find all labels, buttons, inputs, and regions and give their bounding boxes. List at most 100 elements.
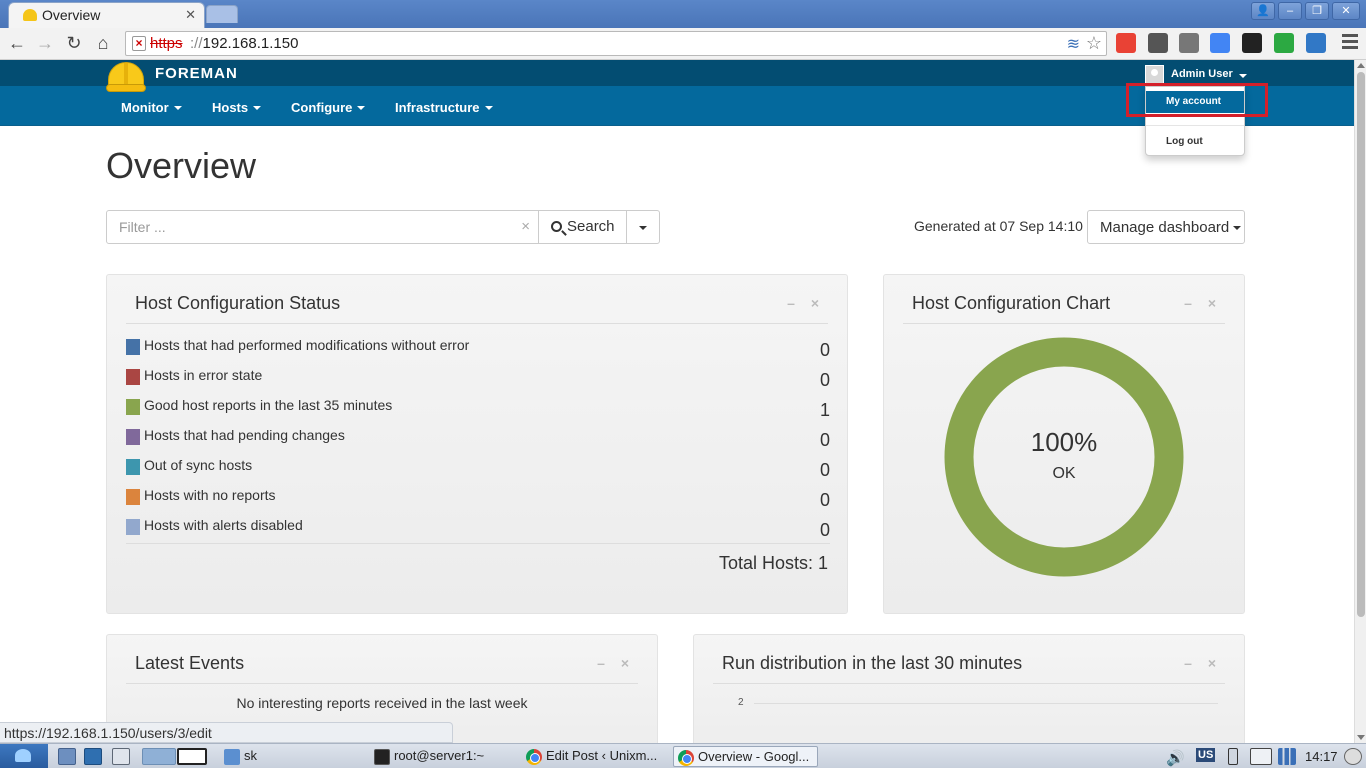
status-count: 0 bbox=[819, 370, 830, 390]
extension-icon-2[interactable] bbox=[1148, 33, 1168, 53]
chrome-icon bbox=[526, 749, 542, 765]
lines-icon[interactable]: ≋ bbox=[1067, 34, 1080, 54]
forward-arrow-icon[interactable]: → bbox=[34, 32, 56, 54]
total-hosts: Total Hosts: 1 bbox=[718, 553, 828, 573]
no-events-message: No interesting reports received in the l… bbox=[236, 695, 528, 711]
keyboard-layout[interactable]: US bbox=[1196, 748, 1216, 762]
caret-down-icon bbox=[484, 106, 493, 110]
status-row[interactable]: Hosts with alerts disabled 0 bbox=[126, 516, 830, 546]
close-window-button[interactable]: ✕ bbox=[1332, 2, 1360, 20]
brand-name[interactable]: FOREMAN bbox=[155, 65, 238, 82]
scroll-up-icon[interactable] bbox=[1357, 63, 1365, 68]
status-row[interactable]: Hosts in error state 0 bbox=[126, 366, 830, 396]
extension-icon-3[interactable] bbox=[1179, 33, 1199, 53]
user-name: Admin User bbox=[1171, 68, 1233, 80]
address-bar[interactable]: × https ://192.168.1.150 ≋ ☆ bbox=[125, 31, 1107, 56]
scroll-down-icon[interactable] bbox=[1357, 735, 1365, 740]
home-icon[interactable]: ⌂ bbox=[92, 32, 114, 54]
reload-icon[interactable]: ↻ bbox=[63, 32, 85, 54]
status-label: Hosts with alerts disabled bbox=[144, 517, 303, 533]
file-manager-icon[interactable] bbox=[58, 748, 76, 765]
bookmark-star-icon[interactable]: ☆ bbox=[1086, 33, 1102, 54]
browser-toolbar: ← → ↻ ⌂ × https ://192.168.1.150 ≋ ☆ bbox=[0, 28, 1366, 60]
status-row[interactable]: Hosts with no reports 0 bbox=[126, 486, 830, 516]
clear-filter-icon[interactable]: × bbox=[521, 218, 530, 235]
chrome-menu-icon[interactable] bbox=[1342, 34, 1358, 52]
url-host-text: 192.168.1.150 bbox=[202, 35, 299, 52]
manage-dashboard-label: Manage dashboard bbox=[1100, 219, 1230, 236]
keyboard-icon[interactable] bbox=[1250, 748, 1272, 765]
host-configuration-status-widget: Host Configuration Status – × Hosts that… bbox=[106, 274, 848, 614]
tab-overview[interactable]: Overview ✕ bbox=[8, 2, 205, 28]
back-arrow-icon[interactable]: ← bbox=[6, 32, 28, 54]
battery-icon[interactable] bbox=[1228, 748, 1238, 765]
status-count: 0 bbox=[819, 430, 830, 450]
start-menu-button[interactable] bbox=[0, 744, 48, 768]
taskbar-task-overview[interactable]: Overview - Googl... bbox=[673, 746, 818, 767]
page-scrollbar[interactable] bbox=[1354, 60, 1366, 743]
avatar bbox=[1145, 65, 1164, 84]
status-swatch bbox=[126, 489, 140, 505]
manage-dashboard-button[interactable]: Manage dashboard bbox=[1087, 210, 1245, 244]
volume-icon[interactable]: 🔊 bbox=[1166, 749, 1185, 767]
desktop-pager-2[interactable] bbox=[177, 748, 207, 765]
widget-controls[interactable]: – × bbox=[1184, 655, 1222, 671]
window-icon[interactable] bbox=[112, 748, 130, 765]
caret-down-icon bbox=[1233, 226, 1242, 230]
url-host: ://192.168.1.150 bbox=[190, 35, 298, 52]
widget-divider bbox=[126, 683, 638, 684]
extension-icon-7[interactable] bbox=[1306, 33, 1326, 53]
os-taskbar: sk root@server1:~ Edit Post ‹ Unixm... O… bbox=[0, 743, 1366, 768]
nav-configure[interactable]: Configure bbox=[291, 100, 366, 115]
nav-monitor[interactable]: Monitor bbox=[121, 100, 182, 115]
search-button[interactable]: Search bbox=[538, 210, 627, 244]
taskbar-task-edit-post[interactable]: Edit Post ‹ Unixm... bbox=[522, 746, 667, 767]
log-out-menu-item[interactable]: Log out bbox=[1166, 136, 1203, 147]
taskbar-folder-sk[interactable]: sk bbox=[220, 746, 280, 767]
caret-down-icon bbox=[253, 106, 262, 110]
y-axis-tick-label: 2 bbox=[738, 697, 744, 708]
status-row[interactable]: Hosts that had pending changes 0 bbox=[126, 426, 830, 456]
donut-label: OK bbox=[1052, 465, 1076, 482]
status-row[interactable]: Good host reports in the last 35 minutes… bbox=[126, 396, 830, 426]
power-icon[interactable] bbox=[1344, 748, 1362, 765]
translate-icon[interactable] bbox=[1210, 33, 1230, 53]
desktop-pager-1[interactable] bbox=[142, 748, 176, 765]
tab-close-icon[interactable]: ✕ bbox=[185, 7, 196, 23]
status-row[interactable]: Out of sync hosts 0 bbox=[126, 456, 830, 486]
search-input[interactable] bbox=[108, 212, 508, 242]
clock[interactable]: 14:17 bbox=[1305, 749, 1338, 764]
status-swatch bbox=[126, 519, 140, 535]
status-label: Hosts with no reports bbox=[144, 487, 276, 503]
widget-controls[interactable]: – × bbox=[787, 295, 825, 311]
search-options-dropdown[interactable] bbox=[626, 210, 660, 244]
widget-controls[interactable]: – × bbox=[597, 655, 635, 671]
url-separator: :// bbox=[190, 35, 203, 52]
nav-hosts[interactable]: Hosts bbox=[212, 100, 262, 115]
new-tab-button[interactable] bbox=[206, 5, 238, 23]
foreman-helmet-logo-icon[interactable] bbox=[106, 62, 146, 94]
status-row[interactable]: Hosts that had performed modifications w… bbox=[126, 336, 830, 366]
restore-button[interactable]: ❐ bbox=[1305, 2, 1329, 20]
minimize-button[interactable]: – bbox=[1278, 2, 1302, 20]
status-label: Good host reports in the last 35 minutes bbox=[144, 397, 393, 413]
nav-infrastructure[interactable]: Infrastructure bbox=[395, 100, 493, 115]
nav-monitor-label: Monitor bbox=[121, 100, 169, 115]
task-label: sk bbox=[244, 748, 257, 763]
signal-icon[interactable] bbox=[1278, 748, 1296, 765]
scrollbar-thumb[interactable] bbox=[1357, 72, 1365, 617]
feedly-icon[interactable] bbox=[1274, 33, 1294, 53]
user-icon[interactable]: 👤 bbox=[1251, 2, 1275, 20]
generated-timestamp: Generated at 07 Sep 14:10 bbox=[914, 218, 1083, 234]
layers-icon[interactable] bbox=[1242, 33, 1262, 53]
status-swatch bbox=[126, 429, 140, 445]
taskbar-task-terminal[interactable]: root@server1:~ bbox=[370, 746, 510, 767]
widget-title: Run distribution in the last 30 minutes bbox=[722, 653, 1023, 673]
url-scheme: https bbox=[150, 35, 183, 52]
network-icon[interactable] bbox=[84, 748, 102, 765]
extension-icon-1[interactable] bbox=[1116, 33, 1136, 53]
status-label: Hosts in error state bbox=[144, 367, 263, 383]
status-count: 0 bbox=[819, 490, 830, 510]
insecure-lock-icon: × bbox=[132, 36, 146, 51]
caret-down-icon bbox=[173, 106, 182, 110]
